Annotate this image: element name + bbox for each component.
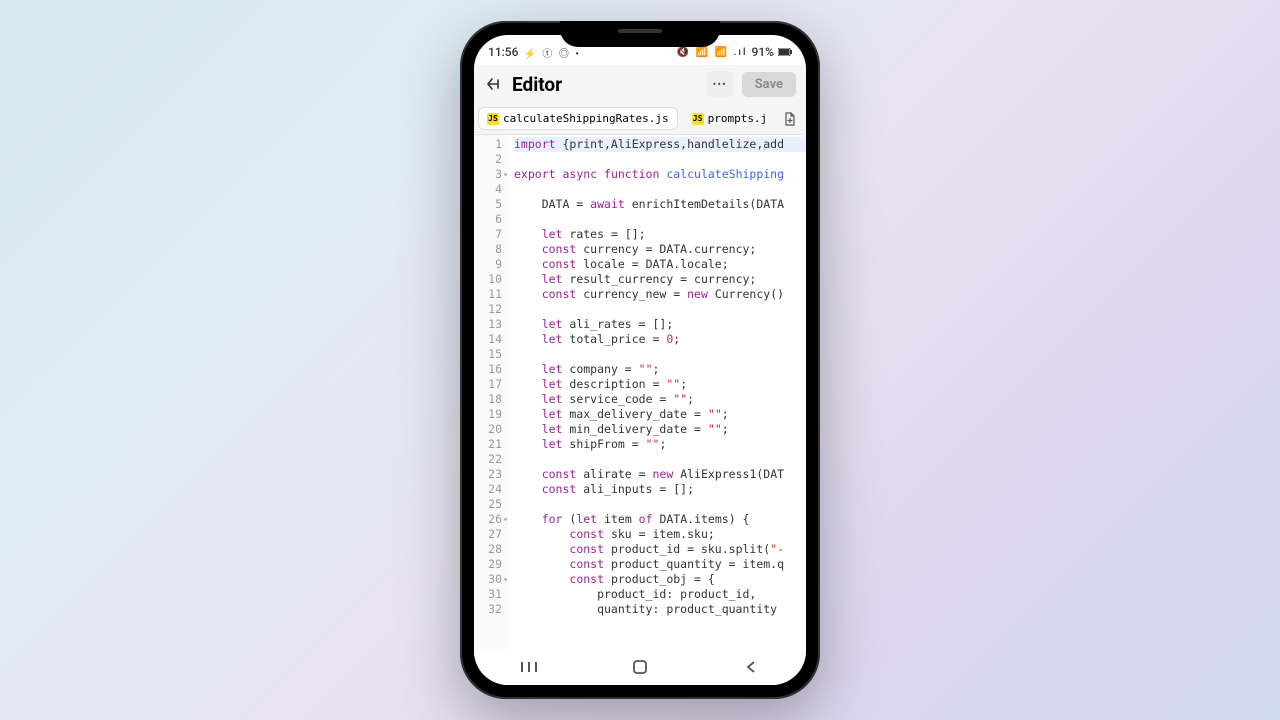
more-button[interactable]: ••• [706, 71, 734, 97]
status-battery: 91% [752, 45, 774, 59]
line-gutter: 123▾456789101112131415161718192021222324… [474, 135, 508, 655]
status-right-icons: 🔇 📶 📶 .ıl [677, 47, 748, 58]
code-area[interactable]: import {print,AliExpress,handlelize,adde… [508, 135, 806, 655]
more-icon: ••• [713, 78, 727, 91]
back-button[interactable] [484, 74, 504, 94]
status-left-icons: ⚡ ⓣ ◎ • [523, 45, 580, 60]
code-editor[interactable]: 123▾456789101112131415161718192021222324… [474, 135, 806, 655]
home-icon [632, 659, 648, 675]
tab-label: calculateShippingRates.js [503, 112, 669, 125]
save-button[interactable]: Save [742, 72, 796, 97]
page-title: Editor [512, 73, 698, 96]
tab-label: prompts.j [708, 112, 768, 125]
screen: 11:56 ⚡ ⓣ ◎ • 🔇 📶 📶 .ıl 91% Editor ••• S… [474, 35, 806, 685]
status-time: 11:56 [488, 45, 518, 59]
battery-icon [778, 45, 792, 59]
recent-apps-button[interactable] [499, 660, 559, 674]
tab-calculate-shipping[interactable]: JS calculateShippingRates.js [478, 107, 678, 130]
tabs: JS calculateShippingRates.js JS prompts.… [474, 103, 806, 135]
new-tab-button[interactable] [781, 110, 799, 128]
topbar: Editor ••• Save [474, 65, 806, 103]
tab-prompts[interactable]: JS prompts.j [684, 108, 776, 129]
js-file-icon: JS [487, 113, 499, 125]
android-back-button[interactable] [721, 660, 781, 674]
back-icon [486, 76, 502, 92]
new-file-icon [783, 112, 797, 126]
recent-icon [520, 660, 538, 674]
phone-frame: 11:56 ⚡ ⓣ ◎ • 🔇 📶 📶 .ıl 91% Editor ••• S… [460, 21, 820, 699]
chevron-left-icon [744, 660, 758, 674]
notch [560, 21, 720, 47]
android-nav-bar [474, 649, 806, 685]
js-file-icon: JS [692, 113, 704, 125]
home-button[interactable] [610, 659, 670, 675]
